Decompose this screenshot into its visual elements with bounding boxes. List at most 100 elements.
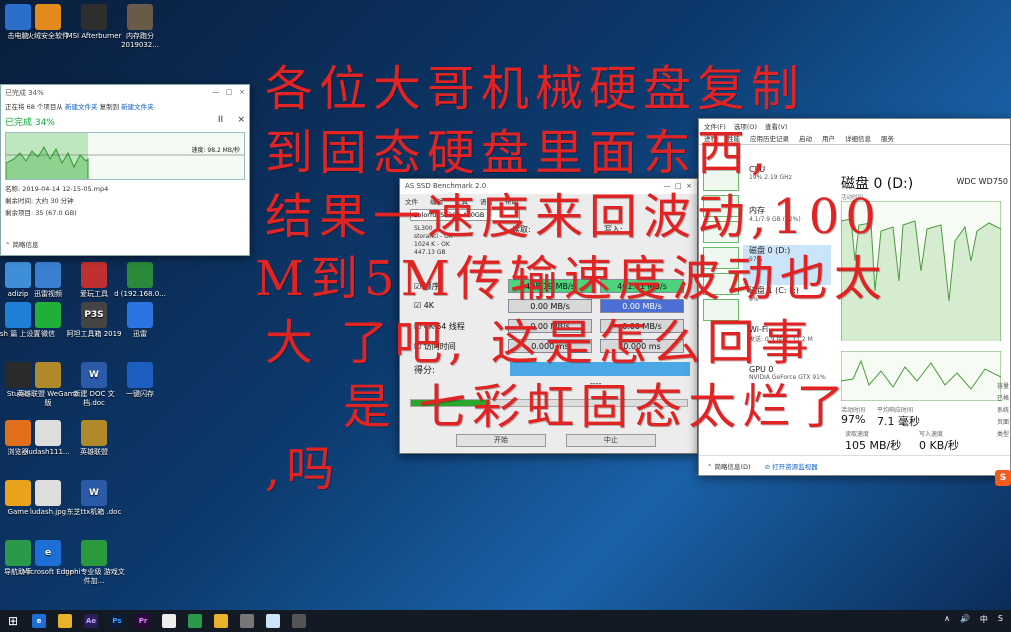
tm-sidebar-item[interactable]: CPU 19% 2.19 GHz: [743, 165, 831, 205]
desktop-icon[interactable]: Inphi专业级 游戏文件加...: [62, 540, 126, 586]
dialog-titlebar[interactable]: 已完成 34% — □ ×: [1, 85, 249, 99]
items-remaining: 剩余项目: 35 (67.0 GB): [5, 209, 77, 217]
disk-property-label: 类型: [997, 431, 1010, 438]
tm-sidebar-item[interactable]: GPU 0 NVIDIA GeForce GTX 91%: [743, 365, 831, 405]
bench-menu-item[interactable]: 语言: [480, 196, 493, 206]
taskbar: ⊞ e Ae Ps Pr ∧ 🔊 中 S: [0, 610, 1011, 632]
tray-icon[interactable]: 中: [980, 614, 988, 625]
start-button[interactable]: ⊞: [0, 610, 26, 632]
bench-row-label[interactable]: ☑ 4K: [414, 301, 434, 310]
bench-menubar: 文件 编辑 工具 语言 帮助: [400, 194, 697, 206]
desktop-icon-image: W: [81, 362, 107, 388]
tm-menu-item[interactable]: 文件(F): [704, 121, 726, 131]
cancel-copy-button[interactable]: ×: [237, 115, 245, 125]
caption-line: 各位大哥机械硬盘复制: [265, 61, 806, 117]
write-result: 0.000 ms: [600, 339, 684, 353]
score-value: ----: [590, 379, 602, 388]
stop-button[interactable]: 中止: [566, 434, 656, 447]
desktop-icon[interactable]: d (192.168.0...: [108, 262, 172, 299]
folder-app-icon[interactable]: [208, 610, 234, 632]
desktop-icon-label: 内存跑分 2019032...: [121, 32, 159, 49]
bench-row-label[interactable]: ☑ 4K-64 线程: [414, 321, 465, 332]
desktop-icon-label: 东芝ttx机箱 .doc: [66, 508, 122, 516]
bench-menu-item[interactable]: 文件: [405, 196, 418, 206]
tm-tab[interactable]: 应用历史记录: [750, 133, 789, 143]
tm-tab[interactable]: 进程: [704, 133, 717, 143]
bench-menu-item[interactable]: 帮助: [505, 196, 518, 206]
transfer-speed-graph: 速度: 98.2 MB/秒: [5, 132, 245, 180]
disk-properties: 容量 已格 系统 页面 类型: [997, 381, 1009, 441]
desktop-icon-image: [35, 4, 61, 30]
desktop-icon[interactable]: W 东芝ttx机箱 .doc: [62, 480, 126, 517]
bench-progress-bar: [410, 399, 688, 407]
media-app-icon[interactable]: [286, 610, 312, 632]
tm-tab[interactable]: 启动: [799, 133, 812, 143]
desktop-icon-image: [127, 302, 153, 328]
desktop-icon[interactable]: 英雄联盟: [62, 420, 126, 457]
cloud-app-icon[interactable]: [156, 610, 182, 632]
drive-info-line: SL300 ...: [414, 225, 441, 232]
copy-app-icon[interactable]: [260, 610, 286, 632]
disk-property-label: 系统: [997, 407, 1010, 414]
bench-close-icon[interactable]: — □ ×: [664, 182, 692, 191]
tm-item-sub: 19% 2.19 GHz: [749, 174, 792, 181]
active-time-value: 97%: [841, 413, 866, 426]
write-result: 0.00 MB/s: [600, 299, 684, 313]
tm-sidebar-item[interactable]: 磁盘 1 (C: F:) 0%: [743, 285, 831, 325]
speed-readout: 速度: 98.2 MB/秒: [191, 147, 240, 154]
tm-menu-item[interactable]: 选项(O): [734, 121, 757, 131]
tm-tab[interactable]: 用户: [822, 133, 835, 143]
tm-sidebar-item[interactable]: 内存 4.1/7.9 GB (52%): [743, 205, 831, 245]
start-button[interactable]: 开始: [456, 434, 546, 447]
drive-select[interactable]: Colorful SL300 480GB: [410, 209, 520, 221]
explorer-taskbar-icon[interactable]: [52, 610, 78, 632]
tray-icon[interactable]: ∧: [944, 614, 950, 625]
less-details-button[interactable]: ⌃ 简略信息: [5, 239, 39, 249]
desktop-icon[interactable]: 一键闪存: [108, 362, 172, 399]
bench-menu-item[interactable]: 编辑: [430, 196, 443, 206]
desktop-icon-label: Inphi专业级 游戏文件加...: [63, 568, 125, 585]
source-link[interactable]: 新建文件夹: [65, 103, 98, 111]
less-details-toggle[interactable]: ⌃ 简略信息(D): [707, 461, 751, 471]
task-manager-window[interactable]: 文件(F) 选项(O) 查看(V) 进程 性能 应用历史记录 启动 用户 详细信息 服务 CPU…: [698, 118, 1011, 476]
tm-tab[interactable]: 服务: [881, 133, 894, 143]
bench-progress-fill: [411, 400, 489, 406]
close-button[interactable]: ×: [239, 88, 245, 96]
destination-link[interactable]: 新建文件夹: [121, 103, 154, 111]
photoshop-icon[interactable]: Ps: [104, 610, 130, 632]
activity-label: 活动时间: [841, 195, 864, 201]
bench-row-label[interactable]: ☑ 访问时间: [414, 341, 456, 352]
bench-menu-item[interactable]: 工具: [455, 196, 468, 206]
desktop-icon[interactable]: 内存跑分 2019032...: [108, 4, 172, 50]
desktop-icon-image: [35, 302, 61, 328]
write-result: 461.41 MB/s: [600, 279, 684, 293]
tool-app-icon[interactable]: [234, 610, 260, 632]
desktop-icon-label: 一键闪存: [126, 390, 154, 398]
sogou-ime-icon[interactable]: S: [995, 470, 1011, 486]
pause-button[interactable]: II: [218, 115, 223, 125]
desktop-icon-image: [81, 420, 107, 446]
bench-row-label[interactable]: ☑ 顺序: [414, 281, 440, 292]
after-effects-icon[interactable]: Ae: [78, 610, 104, 632]
tm-sidebar-item[interactable]: 磁盘 0 (D:) 97%: [743, 245, 831, 285]
tm-menu-item[interactable]: 查看(V): [765, 121, 788, 131]
tray-icon[interactable]: 🔊: [960, 614, 970, 625]
desktop-icon-image: [35, 362, 61, 388]
tm-sidebar-item[interactable]: Wi-Fi 发送: 0.9 接收: 11.2 M: [743, 325, 831, 365]
minimize-button[interactable]: —: [212, 88, 219, 96]
bench-titlebar[interactable]: AS SSD Benchmark 2.0 — □ ×: [400, 179, 697, 194]
write-speed-value: 0 KB/秒: [919, 439, 959, 452]
maximize-button[interactable]: □: [226, 88, 233, 96]
premiere-icon[interactable]: Pr: [130, 610, 156, 632]
resource-monitor-link[interactable]: ⊘ 打开资源监视器: [765, 461, 818, 471]
edge-taskbar-icon[interactable]: e: [26, 610, 52, 632]
desktop-icon[interactable]: 迅雷: [108, 302, 172, 339]
tm-tab[interactable]: 详细信息: [845, 133, 871, 143]
nav-app-icon[interactable]: [182, 610, 208, 632]
tm-tab[interactable]: 性能: [727, 133, 740, 143]
read-speed-value: 105 MB/秒: [845, 439, 902, 452]
copy-progress-dialog[interactable]: 已完成 34% — □ × 正在将 68 个项目从 新建文件夹 复制到 新建文件…: [0, 84, 250, 256]
tray-icon[interactable]: S: [998, 614, 1003, 625]
desktop-icon-image: [35, 480, 61, 506]
benchmark-window[interactable]: AS SSD Benchmark 2.0 — □ × 文件 编辑 工具 语言 帮助 Co…: [399, 178, 698, 454]
